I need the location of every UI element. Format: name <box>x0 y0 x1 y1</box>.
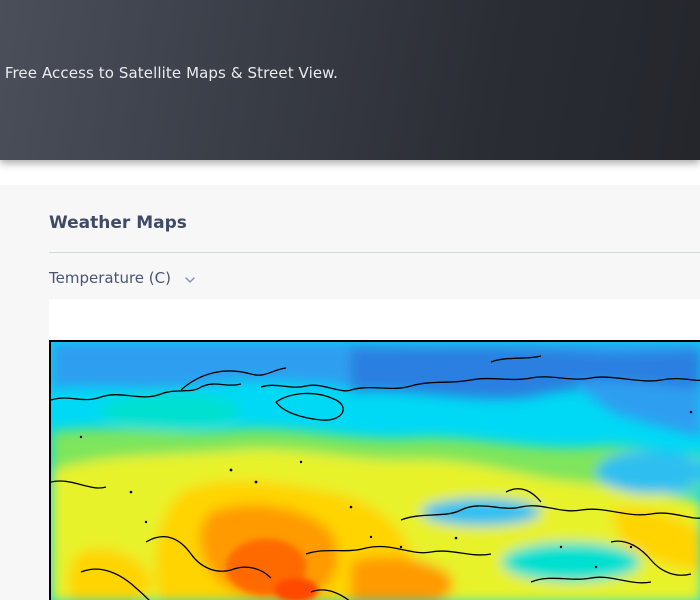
map-layer-selected: Temperature (C) <box>49 269 171 287</box>
weather-section: Weather Maps Temperature (C) <box>0 185 700 600</box>
hero-tagline: t Free Access to Satellite Maps & Street… <box>0 64 339 82</box>
header-spacer <box>0 160 700 185</box>
weather-map-card <box>49 299 700 600</box>
chevron-down-icon[interactable] <box>184 272 196 284</box>
map-layer-dropdown[interactable]: Temperature (C) <box>49 269 196 287</box>
hero-banner: t Free Access to Satellite Maps & Street… <box>0 0 700 160</box>
section-divider <box>49 252 700 253</box>
temperature-map[interactable] <box>49 340 700 600</box>
section-title: Weather Maps <box>49 213 187 233</box>
temperature-map-image <box>51 342 700 600</box>
